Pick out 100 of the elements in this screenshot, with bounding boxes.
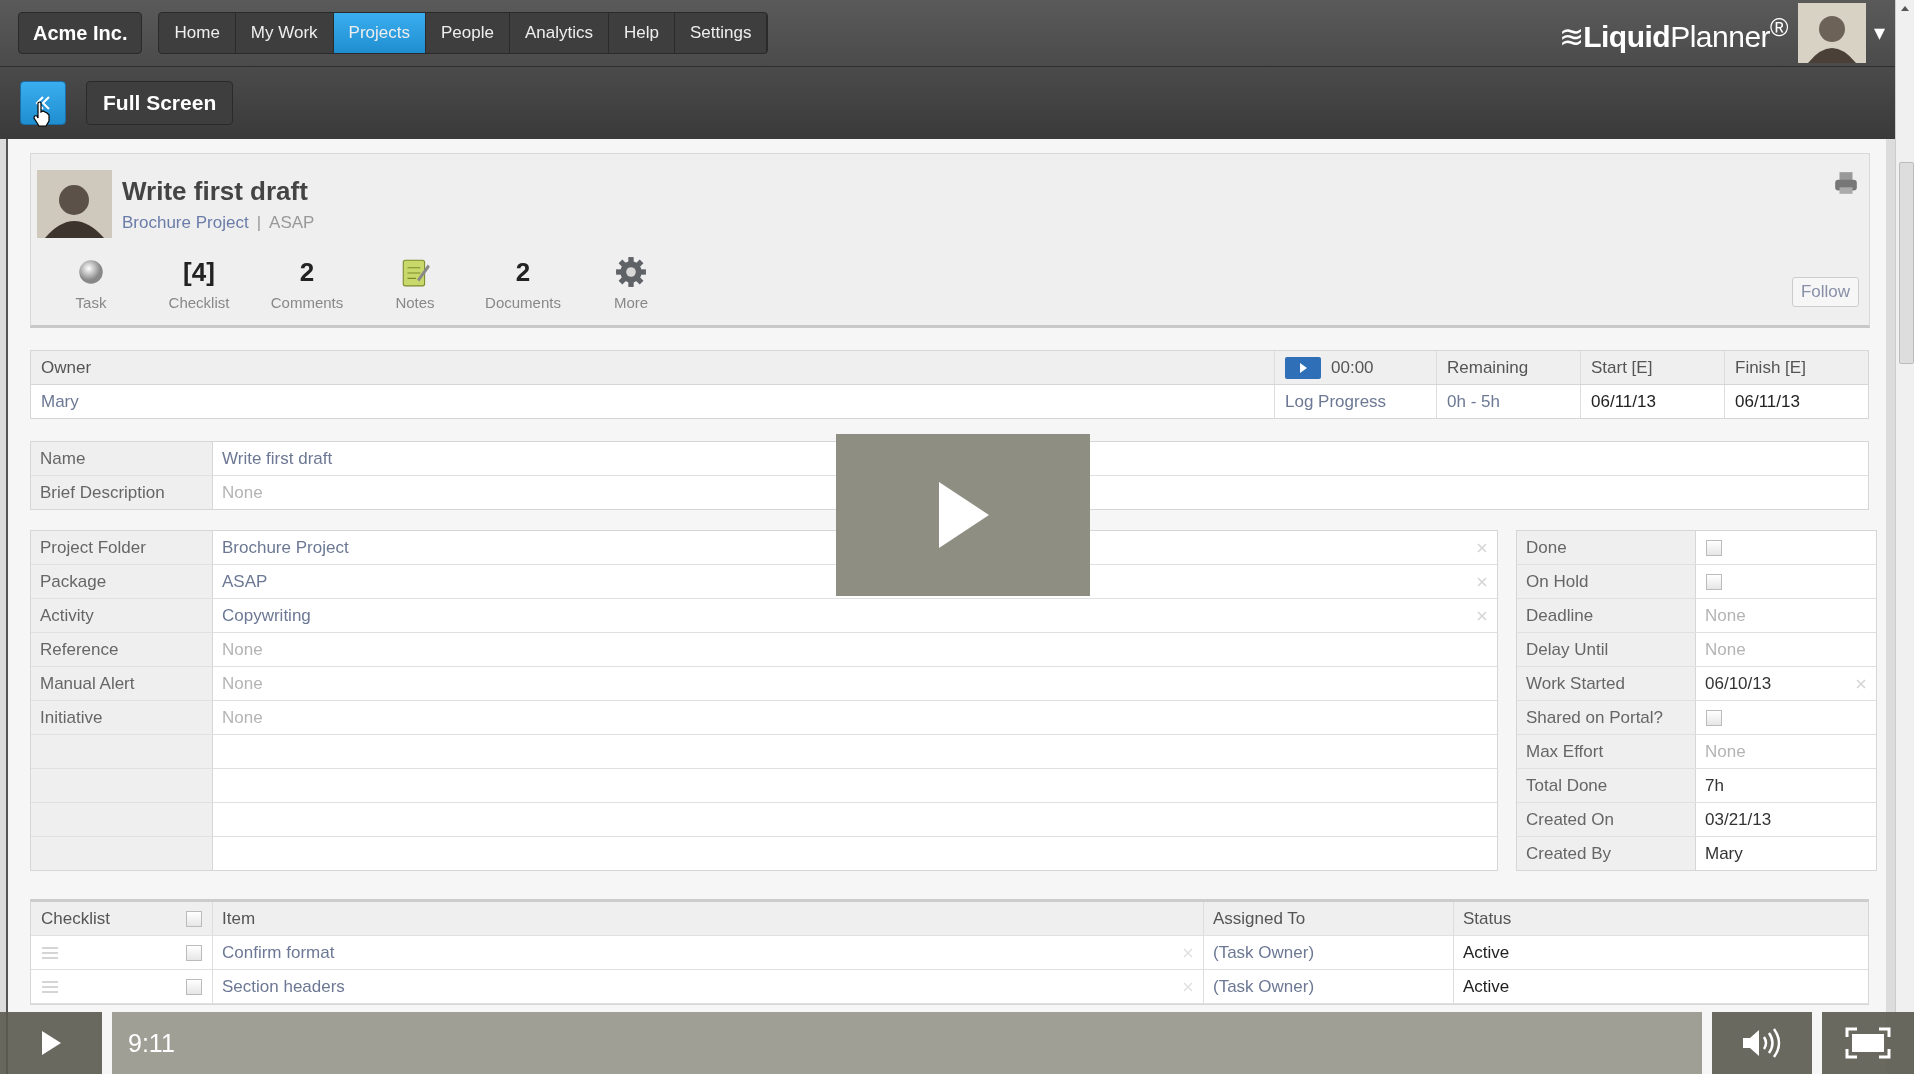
table-cell[interactable]: (Task Owner) xyxy=(1204,970,1454,1003)
table-cell[interactable]: Active xyxy=(1454,936,1868,969)
nav-tab[interactable]: Analytics xyxy=(509,13,609,53)
field-label: Done xyxy=(1517,531,1696,564)
full-screen-button[interactable]: Full Screen xyxy=(86,81,234,125)
field-value[interactable]: Mary xyxy=(1696,837,1866,870)
scroll-thumb[interactable] xyxy=(1899,162,1914,364)
field-label: Created By xyxy=(1517,837,1696,870)
package-link[interactable]: ASAP xyxy=(269,213,315,233)
field-label: Activity xyxy=(31,599,213,632)
clear-icon[interactable] xyxy=(1477,576,1487,587)
table-cell[interactable]: 06/11/13 xyxy=(1724,385,1868,418)
speaker-icon xyxy=(1741,1027,1783,1059)
nav-tab[interactable]: Projects xyxy=(333,13,426,53)
field-label: Work Started xyxy=(1517,667,1696,700)
clear-icon[interactable] xyxy=(1183,981,1193,992)
table-cell[interactable]: Active xyxy=(1454,970,1868,1003)
scroll-up-arrow-icon[interactable] xyxy=(1900,4,1910,12)
seek-bar[interactable]: 9:11 xyxy=(112,1012,1702,1074)
nav-tab[interactable]: Settings xyxy=(674,13,768,53)
volume-button[interactable] xyxy=(1712,1012,1812,1074)
field-value[interactable]: 7h xyxy=(1696,769,1866,802)
table-cell[interactable]: 0h - 5h xyxy=(1436,385,1580,418)
drag-handle-icon[interactable] xyxy=(41,979,59,994)
project-link[interactable]: Brochure Project xyxy=(122,213,249,233)
stat-count[interactable]: 2 xyxy=(299,256,315,288)
field-label: Deadline xyxy=(1517,599,1696,632)
stat-label[interactable]: Notes xyxy=(395,294,435,311)
checkbox[interactable] xyxy=(186,910,202,927)
field-label: On Hold xyxy=(1517,565,1696,598)
drag-handle-icon[interactable] xyxy=(41,945,59,960)
nav-tab[interactable]: People xyxy=(426,13,510,53)
field-value[interactable]: Copywriting xyxy=(213,599,1477,632)
clear-icon[interactable] xyxy=(1856,678,1866,689)
task-title: Write first draft xyxy=(122,176,309,207)
field-label: Shared on Portal? xyxy=(1517,701,1696,734)
table-cell[interactable]: (Task Owner) xyxy=(1204,936,1454,969)
checkbox[interactable] xyxy=(186,978,202,995)
scrollbar[interactable] xyxy=(1895,0,1914,1012)
field-label: Initiative xyxy=(31,701,213,734)
brand-button[interactable]: Acme Inc. xyxy=(18,12,143,54)
checkbox[interactable] xyxy=(1706,709,1722,726)
printer-icon[interactable] xyxy=(1833,170,1859,196)
nav-tab[interactable]: Home xyxy=(159,13,236,53)
checkbox[interactable] xyxy=(1706,539,1722,556)
logo: ≋LiquidPlanner$^{®}$ xyxy=(1558,12,1788,54)
field-label: Reference xyxy=(31,633,213,666)
table-cell[interactable]: Section headers xyxy=(222,976,345,997)
column-header: Item xyxy=(213,902,1204,935)
field-label: Max Effort xyxy=(1517,735,1696,768)
clear-icon[interactable] xyxy=(1477,542,1487,553)
gear-icon[interactable] xyxy=(615,256,647,288)
table-cell-text: Owner xyxy=(40,356,93,379)
stat-label[interactable]: Checklist xyxy=(168,294,230,311)
field-value[interactable]: ASAP xyxy=(213,565,1477,598)
collapse-button[interactable] xyxy=(20,81,66,125)
clear-icon[interactable] xyxy=(1477,610,1487,621)
stat-count[interactable]: [4] xyxy=(183,256,215,288)
hand-cursor-icon xyxy=(32,101,52,127)
separator: | xyxy=(256,213,262,233)
field-label: Brief Description xyxy=(31,476,213,509)
table-cell[interactable]: Confirm format xyxy=(222,942,335,963)
field-value[interactable]: 03/21/13 xyxy=(1696,803,1866,836)
fullscreen-icon xyxy=(1845,1027,1891,1059)
stat-label[interactable]: More xyxy=(613,294,649,311)
column-header: Status xyxy=(1462,907,1513,930)
video-time: 9:11 xyxy=(128,1028,175,1058)
play-button[interactable] xyxy=(0,1012,102,1074)
follow-button[interactable]: Follow xyxy=(1791,277,1859,307)
field-label: Name xyxy=(31,442,213,475)
field-value[interactable]: 06/10/13 xyxy=(1696,667,1856,700)
clear-icon[interactable] xyxy=(1183,947,1193,958)
table-cell[interactable]: 06/11/13 xyxy=(1580,385,1724,418)
timer-play-button[interactable] xyxy=(1285,356,1321,379)
nav-tab[interactable]: Help xyxy=(609,13,675,53)
user-avatar[interactable] xyxy=(1798,3,1866,63)
column-header: Checklist xyxy=(41,908,110,929)
column-header: Assigned To xyxy=(1204,902,1454,935)
stat-count[interactable]: 2 xyxy=(515,256,531,288)
field-label: Manual Alert xyxy=(31,667,213,700)
field-value[interactable]: Write first draft xyxy=(213,442,333,475)
field-value[interactable]: Brochure Project xyxy=(213,531,1477,564)
column-header: Remaining xyxy=(1436,351,1580,384)
stat-label[interactable]: Comments xyxy=(270,294,344,311)
field-label: Project Folder xyxy=(31,531,213,564)
play-icon xyxy=(39,1029,63,1057)
fullscreen-button[interactable] xyxy=(1822,1012,1914,1074)
user-menu-caret[interactable]: ▾ xyxy=(1874,20,1885,46)
field-label: Created On xyxy=(1517,803,1696,836)
play-icon xyxy=(1298,361,1308,374)
nav-tab[interactable]: My Work xyxy=(235,13,334,53)
table-cell[interactable]: Mary xyxy=(31,385,1274,418)
field-label: Total Done xyxy=(1517,769,1696,802)
log-progress-link[interactable]: Log Progress xyxy=(1274,385,1436,418)
play-overlay-button[interactable] xyxy=(836,434,1090,596)
stat-label[interactable]: Documents xyxy=(485,294,561,311)
column-header: Finish [E] xyxy=(1724,351,1868,384)
checkbox[interactable] xyxy=(186,944,202,961)
checkbox[interactable] xyxy=(1706,573,1722,590)
stat-label[interactable]: Task xyxy=(75,294,107,311)
